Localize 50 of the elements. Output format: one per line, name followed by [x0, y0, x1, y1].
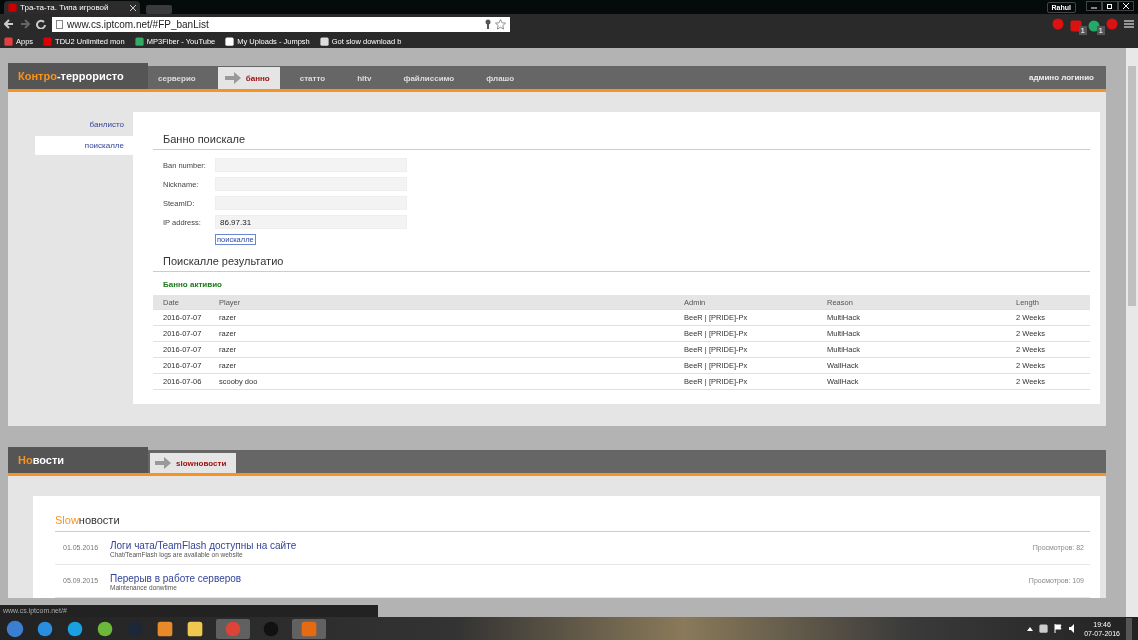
- close-icon: [1123, 3, 1129, 9]
- close-button[interactable]: [1118, 1, 1134, 11]
- news-tab[interactable]: slowновости: [150, 453, 237, 473]
- reload-icon[interactable]: [36, 19, 46, 29]
- news-title: Slowновости: [55, 514, 1090, 532]
- nav-tab[interactable]: банно: [217, 67, 280, 89]
- sidebar-item[interactable]: поискалле: [35, 136, 133, 155]
- news-link[interactable]: Перерыв в работе серверов: [110, 573, 1029, 584]
- nav-tab[interactable]: статто: [289, 67, 336, 89]
- section-title: Банно поискале: [153, 133, 1090, 150]
- caret-icon[interactable]: [1027, 626, 1034, 631]
- site-logo: Контро-террористо: [8, 63, 148, 89]
- subsection-title: Банно активио: [162, 280, 223, 289]
- star-icon[interactable]: [495, 18, 506, 30]
- url-text: www.cs.iptcom.net/#FP_banList: [67, 18, 210, 30]
- site-icon: [8, 3, 17, 12]
- arrow-icon: [154, 457, 172, 469]
- page-icon: [56, 19, 63, 29]
- input-field[interactable]: 86.97.31: [215, 215, 407, 229]
- extension-badge: 1: [1078, 26, 1087, 35]
- restore-icon: [1107, 3, 1113, 9]
- sidebar-item[interactable]: банлисто: [35, 115, 133, 134]
- start-button[interactable]: [6, 618, 24, 639]
- bookmark-icon: [43, 36, 53, 46]
- extension-icon: [1070, 20, 1082, 32]
- arrow-icon: [223, 72, 242, 84]
- bookmark-icon: [134, 36, 144, 46]
- news-logo: Новости: [8, 447, 148, 473]
- bookmark-icon: [319, 36, 329, 46]
- browser-tab[interactable]: Тра-та-та. Типа игровой: [4, 1, 140, 14]
- scrollbar[interactable]: [1126, 48, 1138, 617]
- minimize-button[interactable]: [1086, 1, 1102, 11]
- start-orb-icon: [6, 619, 24, 638]
- nav-tab[interactable]: серверио: [148, 67, 206, 89]
- close-icon[interactable]: [130, 4, 136, 11]
- admin-login-link[interactable]: админо логинио: [1028, 73, 1106, 82]
- section-title: Поискалле результатио: [153, 255, 1090, 272]
- back-icon[interactable]: [4, 19, 14, 29]
- extension-badge: 1: [1096, 26, 1105, 35]
- menu-icon[interactable]: [1124, 19, 1134, 29]
- bookmark-icon: [225, 36, 235, 46]
- forward-icon[interactable]: [20, 19, 30, 29]
- restore-button[interactable]: [1102, 1, 1118, 11]
- nav-tab[interactable]: файлиссимо: [393, 67, 465, 89]
- news-link[interactable]: Логи чата/TeamFlash доступны на сайте: [110, 540, 1033, 551]
- flag-icon[interactable]: [1054, 624, 1064, 633]
- nav-tab[interactable]: hltv: [347, 67, 382, 89]
- nav-tab[interactable]: флашо: [476, 67, 525, 89]
- address-bar[interactable]: www.cs.iptcom.net/#FP_banList: [52, 16, 510, 32]
- key-icon: [485, 19, 491, 29]
